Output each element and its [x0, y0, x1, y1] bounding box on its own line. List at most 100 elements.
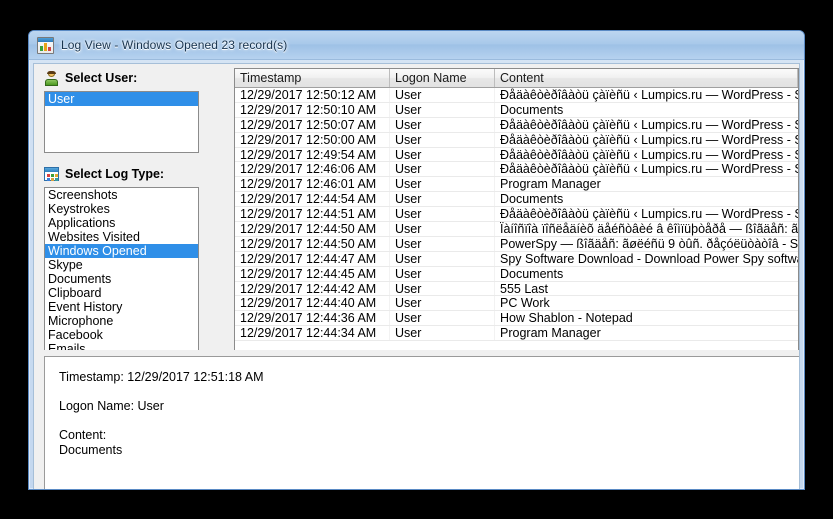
table-row[interactable]: 12/29/2017 12:44:47 AMUserSpy Software D…	[235, 252, 798, 267]
log-type-item[interactable]: Documents	[45, 272, 198, 286]
user-icon	[44, 71, 59, 86]
detail-timestamp: Timestamp: 12/29/2017 12:51:18 AM	[59, 370, 799, 385]
cell-timestamp: 12/29/2017 12:50:07 AM	[235, 118, 390, 132]
cell-timestamp: 12/29/2017 12:46:06 AM	[235, 162, 390, 176]
table-header-row: Timestamp Logon Name Content	[235, 69, 798, 88]
cell-timestamp: 12/29/2017 12:44:50 AM	[235, 237, 390, 251]
log-type-item[interactable]: Applications	[45, 216, 198, 230]
log-type-listbox[interactable]: ScreenshotsKeystrokesApplicationsWebsite…	[44, 187, 199, 359]
cell-timestamp: 12/29/2017 12:50:12 AM	[235, 88, 390, 102]
table-row[interactable]: 12/29/2017 12:46:06 AMUserÐåäàêòèðîâàòü …	[235, 162, 798, 177]
cell-logon-name: User	[390, 162, 495, 176]
table-row[interactable]: 12/29/2017 12:44:40 AMUserPC Work	[235, 296, 798, 311]
user-listbox[interactable]: User	[44, 91, 199, 153]
cell-content: How Shablon - Notepad	[495, 311, 798, 325]
detail-pane: Timestamp: 12/29/2017 12:51:18 AM Logon …	[44, 356, 799, 489]
log-view-window: Log View - Windows Opened 23 record(s) S…	[28, 30, 805, 490]
log-type-item[interactable]: Keystrokes	[45, 202, 198, 216]
log-type-item[interactable]: Facebook	[45, 328, 198, 342]
left-pane: Select User: User Select Log Type: Scree…	[44, 68, 199, 359]
log-type-item[interactable]: Microphone	[45, 314, 198, 328]
cell-content: Documents	[495, 103, 798, 117]
log-type-item[interactable]: Event History	[45, 300, 198, 314]
cell-content: Ðåäàêòèðîâàòü çàïèñü ‹ Lumpics.ru — Word…	[495, 148, 798, 162]
cell-logon-name: User	[390, 222, 495, 236]
table-row[interactable]: 12/29/2017 12:44:42 AMUser555 Last	[235, 282, 798, 297]
table-body: 12/29/2017 12:50:12 AMUserÐåäàêòèðîâàòü …	[235, 88, 798, 350]
cell-content: Ðåäàêòèðîâàòü çàïèñü ‹ Lumpics.ru — Word…	[495, 162, 798, 176]
cell-logon-name: User	[390, 133, 495, 147]
cell-logon-name: User	[390, 326, 495, 340]
user-list-item[interactable]: User	[45, 92, 198, 106]
cell-logon-name: User	[390, 148, 495, 162]
cell-timestamp: 12/29/2017 12:50:10 AM	[235, 103, 390, 117]
table-row[interactable]: 12/29/2017 12:44:54 AMUserDocuments	[235, 192, 798, 207]
cell-timestamp: 12/29/2017 12:44:50 AM	[235, 222, 390, 236]
select-user-heading: Select User:	[44, 68, 199, 88]
column-header-logon-name[interactable]: Logon Name	[390, 69, 495, 87]
cell-logon-name: User	[390, 207, 495, 221]
column-header-timestamp[interactable]: Timestamp	[235, 69, 390, 87]
cell-content: Ðåäàêòèðîâàòü çàïèñü ‹ Lumpics.ru — Word…	[495, 207, 798, 221]
cell-logon-name: User	[390, 311, 495, 325]
log-type-item[interactable]: Windows Opened	[45, 244, 198, 258]
cell-timestamp: 12/29/2017 12:44:40 AM	[235, 296, 390, 310]
table-row[interactable]: 12/29/2017 12:50:10 AMUserDocuments	[235, 103, 798, 118]
cell-timestamp: 12/29/2017 12:44:34 AM	[235, 326, 390, 340]
cell-timestamp: 12/29/2017 12:44:45 AM	[235, 267, 390, 281]
cell-content: Ðåäàêòèðîâàòü çàïèñü ‹ Lumpics.ru — Word…	[495, 88, 798, 102]
cell-logon-name: User	[390, 177, 495, 191]
cell-timestamp: 12/29/2017 12:49:54 AM	[235, 148, 390, 162]
grid-icon	[44, 167, 59, 181]
table-row[interactable]: 12/29/2017 12:44:45 AMUserDocuments	[235, 267, 798, 282]
cell-timestamp: 12/29/2017 12:44:51 AM	[235, 207, 390, 221]
table-row[interactable]: 12/29/2017 12:50:07 AMUserÐåäàêòèðîâàòü …	[235, 118, 798, 133]
table-row[interactable]: 12/29/2017 12:50:12 AMUserÐåäàêòèðîâàòü …	[235, 88, 798, 103]
log-type-item[interactable]: Websites Visited	[45, 230, 198, 244]
cell-logon-name: User	[390, 88, 495, 102]
table-row[interactable]: 12/29/2017 12:49:54 AMUserÐåäàêòèðîâàòü …	[235, 148, 798, 163]
cell-content: Documents	[495, 192, 798, 206]
cell-content: Program Manager	[495, 326, 798, 340]
cell-content: Ðåäàêòèðîâàòü çàïèñü ‹ Lumpics.ru — Word…	[495, 118, 798, 132]
log-type-item[interactable]: Clipboard	[45, 286, 198, 300]
select-log-type-heading: Select Log Type:	[44, 164, 199, 184]
cell-logon-name: User	[390, 296, 495, 310]
cell-logon-name: User	[390, 252, 495, 266]
cell-logon-name: User	[390, 237, 495, 251]
select-user-label: Select User:	[65, 71, 137, 85]
log-type-item[interactable]: Skype	[45, 258, 198, 272]
title-bar[interactable]: Log View - Windows Opened 23 record(s)	[29, 31, 804, 60]
cell-content: Ðåäàêòèðîâàòü çàïèñü ‹ Lumpics.ru — Word…	[495, 133, 798, 147]
cell-timestamp: 12/29/2017 12:50:00 AM	[235, 133, 390, 147]
column-header-content[interactable]: Content	[495, 69, 798, 87]
cell-timestamp: 12/29/2017 12:44:47 AM	[235, 252, 390, 266]
cell-content: PowerSpy — ßîãäåñ: ãøëéñü 9 òûñ. ðåçóëüò…	[495, 237, 798, 251]
cell-logon-name: User	[390, 118, 495, 132]
cell-logon-name: User	[390, 282, 495, 296]
detail-content-value: Documents	[59, 443, 799, 458]
log-table[interactable]: Timestamp Logon Name Content 12/29/2017 …	[234, 68, 799, 351]
table-row[interactable]: 12/29/2017 12:44:34 AMUserProgram Manage…	[235, 326, 798, 341]
table-row[interactable]: 12/29/2017 12:44:36 AMUserHow Shablon - …	[235, 311, 798, 326]
select-log-type-label: Select Log Type:	[65, 167, 164, 181]
cell-timestamp: 12/29/2017 12:44:54 AM	[235, 192, 390, 206]
table-row[interactable]: 12/29/2017 12:46:01 AMUserProgram Manage…	[235, 177, 798, 192]
cell-timestamp: 12/29/2017 12:44:42 AM	[235, 282, 390, 296]
cell-logon-name: User	[390, 103, 495, 117]
table-row[interactable]: 12/29/2017 12:44:50 AMUserPowerSpy — ßîã…	[235, 237, 798, 252]
cell-content: Spy Software Download - Download Power S…	[495, 252, 798, 266]
cell-content: PC Work	[495, 296, 798, 310]
chart-window-icon	[37, 37, 54, 54]
cell-logon-name: User	[390, 192, 495, 206]
cell-content: Program Manager	[495, 177, 798, 191]
table-row[interactable]: 12/29/2017 12:50:00 AMUserÐåäàêòèðîâàòü …	[235, 133, 798, 148]
table-row[interactable]: 12/29/2017 12:44:50 AMUserÏàíîñïîà ïîñëå…	[235, 222, 798, 237]
cell-content: Ïàíîñïîà ïîñëåäíèõ äåéñòâèé â êîìïüþòåðå…	[495, 222, 798, 236]
client-area: Select User: User Select Log Type: Scree…	[33, 63, 800, 489]
cell-logon-name: User	[390, 267, 495, 281]
cell-content: 555 Last	[495, 282, 798, 296]
log-type-item[interactable]: Screenshots	[45, 188, 198, 202]
detail-logon-name: Logon Name: User	[59, 399, 799, 414]
table-row[interactable]: 12/29/2017 12:44:51 AMUserÐåäàêòèðîâàòü …	[235, 207, 798, 222]
